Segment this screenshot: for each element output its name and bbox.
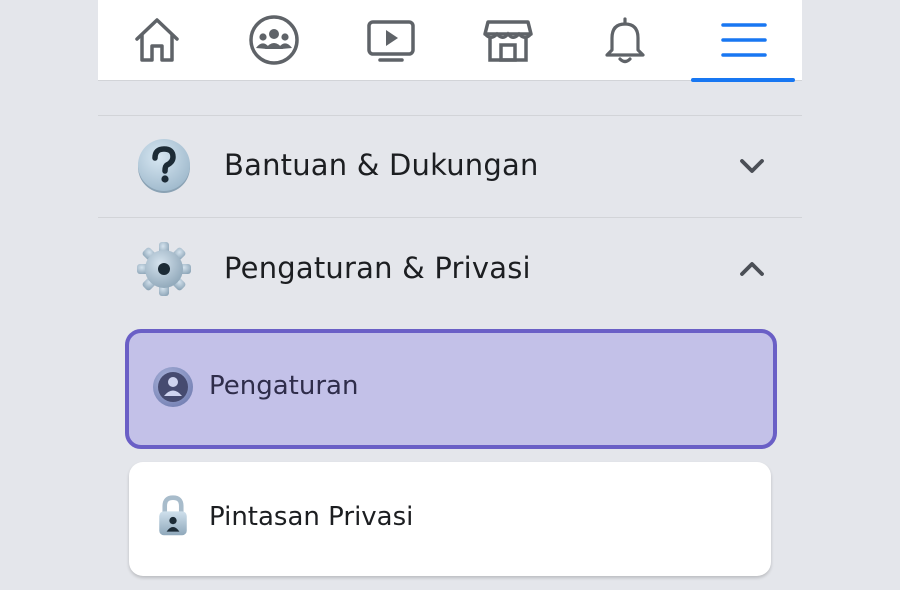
nav-notifications[interactable] (570, 0, 680, 80)
menu-page: Bantuan & Dukungan Pengaturan & Privasi … (0, 0, 900, 590)
nav-groups[interactable] (219, 0, 329, 80)
groups-icon (249, 15, 299, 65)
top-navigation-bar (98, 0, 802, 82)
nav-watch[interactable] (336, 0, 446, 80)
privacy-shortcuts-menu-item[interactable]: Pintasan Privasi (129, 462, 771, 576)
profile-icon (153, 367, 193, 407)
nav-marketplace[interactable] (453, 0, 563, 80)
section-help-label: Bantuan & Dukungan (224, 148, 539, 182)
privacy-shortcuts-label: Pintasan Privasi (209, 502, 414, 532)
question-mark-icon (138, 139, 190, 193)
hamburger-menu-icon (721, 23, 767, 57)
chevron-down-icon[interactable] (738, 156, 766, 176)
video-play-icon (367, 20, 415, 62)
settings-menu-item[interactable]: Pengaturan (125, 329, 777, 449)
section-settings-privacy[interactable]: Pengaturan & Privasi (98, 221, 802, 321)
bell-icon (605, 17, 645, 64)
chevron-up-icon[interactable] (738, 259, 766, 279)
divider (98, 115, 802, 116)
section-help-support[interactable]: Bantuan & Dukungan (98, 118, 802, 218)
gear-icon (137, 242, 191, 296)
settings-menu-label: Pengaturan (209, 371, 359, 401)
nav-menu[interactable] (689, 0, 799, 82)
marketplace-store-icon (483, 20, 533, 62)
section-settings-label: Pengaturan & Privasi (224, 251, 531, 285)
nav-home[interactable] (102, 0, 212, 80)
home-icon (135, 18, 179, 62)
lock-icon (159, 495, 187, 536)
divider (98, 217, 802, 218)
